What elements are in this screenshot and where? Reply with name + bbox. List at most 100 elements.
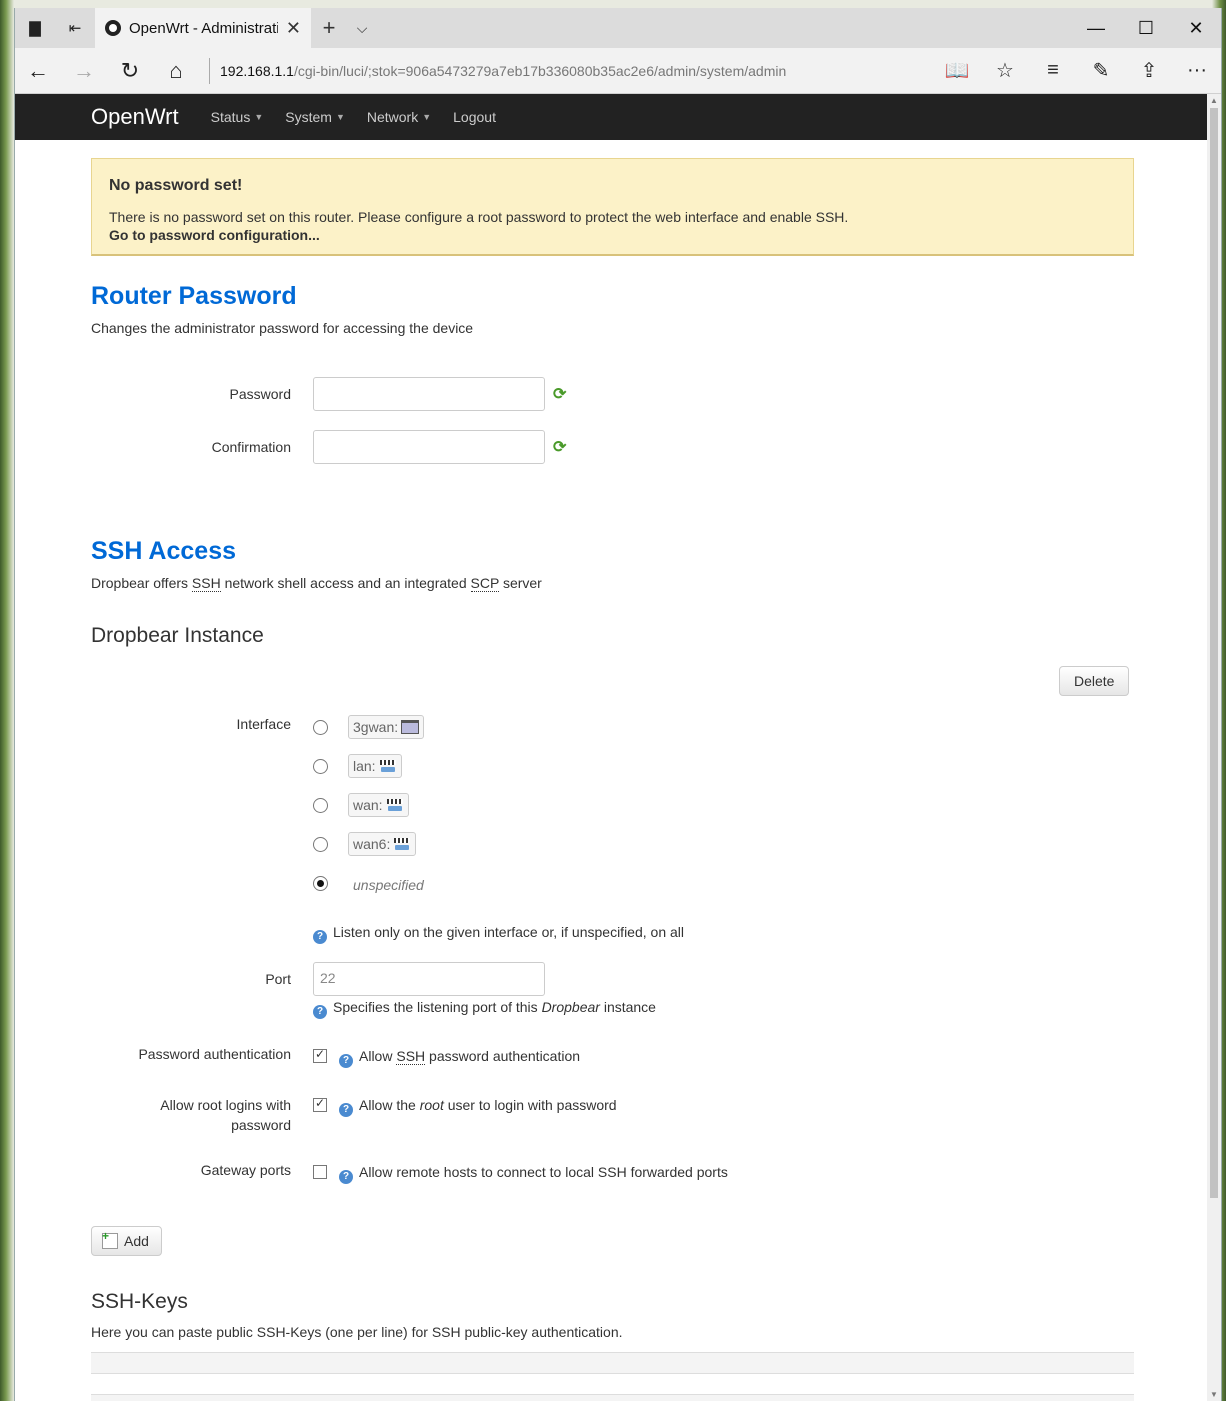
url-field[interactable]: 192.168.1.1/cgi-bin/luci/;stok=906a54732… xyxy=(220,63,933,79)
root-login-option: ? Allow the root user to login with passw… xyxy=(313,1096,617,1117)
gateway-ports-option: ? Allow remote hosts to connect to local … xyxy=(313,1164,728,1184)
refresh-icon[interactable]: ↻ xyxy=(107,48,153,94)
menu-system-label: System xyxy=(285,109,332,125)
add-instance-button[interactable]: Add xyxy=(91,1226,162,1256)
interface-badge-wan6: wan6: xyxy=(348,832,417,856)
scp-abbr: SCP xyxy=(470,575,500,592)
port-input[interactable]: 22 xyxy=(313,962,545,996)
openwrt-navbar: OpenWrt Status ▼ System ▼ Network ▼ Logout xyxy=(15,94,1221,140)
alert-title: No password set! xyxy=(109,177,243,194)
back-arrow-icon[interactable]: ← xyxy=(15,48,61,94)
forward-arrow-icon[interactable]: → xyxy=(61,48,107,94)
reading-view-icon[interactable]: 📖 xyxy=(933,58,981,83)
interface-radio-lan[interactable] xyxy=(313,759,328,774)
favorite-star-icon[interactable]: ☆ xyxy=(981,58,1029,83)
add-icon xyxy=(102,1229,118,1249)
password-label: Password xyxy=(229,386,291,402)
label-line: Allow root logins with xyxy=(160,1097,291,1113)
hint-text: instance xyxy=(599,999,656,1015)
ssh-keys-title: SSH-Keys xyxy=(91,1290,188,1313)
help-icon: ? xyxy=(313,929,327,944)
page-scrollbar[interactable]: ▲ ▼ xyxy=(1207,94,1221,1401)
close-window-icon[interactable]: ✕ xyxy=(1171,8,1221,48)
port-hint: ? Specifies the listening port of this Dr… xyxy=(313,999,656,1019)
root-login-checkbox[interactable] xyxy=(313,1096,327,1112)
port-label: Port xyxy=(265,971,291,987)
scroll-up-icon[interactable]: ▲ xyxy=(1210,96,1218,105)
table-row xyxy=(91,1373,1134,1394)
hint-text: Specifies the listening port of this xyxy=(333,999,542,1015)
label-line: password xyxy=(231,1117,291,1133)
interface-badge-3gwan: 3gwan: xyxy=(348,715,425,739)
web-note-icon[interactable]: ✎ xyxy=(1077,58,1125,83)
menu-status[interactable]: Status ▼ xyxy=(211,109,264,125)
hint-emphasis: root xyxy=(419,1097,444,1113)
interface-name: wan6: xyxy=(353,836,391,852)
hint-text: Allow xyxy=(359,1048,397,1064)
dropbear-instance-title: Dropbear Instance xyxy=(91,624,264,647)
hint-text: password authentication xyxy=(425,1048,581,1064)
hint-emphasis: Dropbear xyxy=(541,999,600,1015)
interface-radio-wan6[interactable] xyxy=(313,837,328,852)
password-config-link[interactable]: Go to password configuration... xyxy=(109,227,320,243)
caret-down-icon: ▼ xyxy=(254,112,264,122)
ethernet-switch-icon xyxy=(393,837,411,851)
ssh-keys-table[interactable] xyxy=(91,1352,1134,1401)
hint-text: Allow remote hosts to connect to local S… xyxy=(359,1164,728,1180)
reveal-confirmation-icon[interactable]: ⟳ xyxy=(553,437,566,457)
router-password-description: Changes the administrator password for a… xyxy=(91,320,474,336)
add-label: Add xyxy=(124,1233,149,1249)
ssh-keys-description: Here you can paste public SSH-Keys (one … xyxy=(91,1324,623,1340)
interface-label: Interface xyxy=(236,716,291,732)
share-icon[interactable]: ⇪ xyxy=(1125,58,1173,83)
menu-network[interactable]: Network ▼ xyxy=(367,109,431,125)
password-auth-label: Password authentication xyxy=(138,1046,291,1062)
new-tab-icon[interactable]: + xyxy=(311,15,347,41)
interface-name: 3gwan: xyxy=(353,719,399,735)
maximize-icon[interactable]: ☐ xyxy=(1121,8,1171,48)
minimize-icon[interactable]: — xyxy=(1071,8,1121,48)
interface-badge-wan: wan: xyxy=(348,793,409,817)
menu-network-label: Network xyxy=(366,109,419,125)
help-icon: ? xyxy=(339,1053,353,1068)
interface-radio-wan[interactable] xyxy=(313,798,328,813)
ssh-access-description: Dropbear offers SSH network shell access… xyxy=(91,575,542,592)
browser-tab[interactable]: OpenWrt - Administrati ✕ xyxy=(95,8,311,48)
unspecified-label: unspecified xyxy=(353,877,424,893)
tab-title: OpenWrt - Administrati xyxy=(129,19,278,37)
hint-text: Allow the xyxy=(359,1097,420,1113)
brand-logo[interactable]: OpenWrt xyxy=(91,104,179,130)
scroll-down-icon[interactable]: ▼ xyxy=(1210,1390,1218,1399)
interface-name: wan: xyxy=(353,797,383,813)
tab-manager-icon[interactable]: ▇ xyxy=(15,8,55,48)
url-path: /cgi-bin/luci/;stok=906a5473279a7eb17b33… xyxy=(293,62,787,79)
home-icon[interactable]: ⌂ xyxy=(153,48,199,94)
menu-system[interactable]: System ▼ xyxy=(285,109,345,125)
scroll-thumb[interactable] xyxy=(1210,108,1218,1198)
close-tab-icon[interactable]: ✕ xyxy=(286,18,301,39)
menu-status-label: Status xyxy=(210,109,251,125)
ssh-abbr: SSH xyxy=(191,575,221,592)
hub-icon[interactable]: ≡ xyxy=(1029,59,1077,82)
reveal-password-icon[interactable]: ⟳ xyxy=(553,384,566,404)
caret-down-icon: ▼ xyxy=(335,112,345,122)
confirmation-input[interactable] xyxy=(313,430,545,464)
no-password-alert: No password set! There is no password se… xyxy=(91,158,1134,256)
interface-radio-3gwan[interactable] xyxy=(313,720,328,735)
desc-text: Dropbear offers xyxy=(91,575,192,591)
favicon-icon xyxy=(105,20,121,36)
password-input[interactable] xyxy=(313,377,545,411)
tab-bar: ▇ ⇤ OpenWrt - Administrati ✕ + ⌵ — ☐ ✕ xyxy=(15,8,1221,48)
help-icon: ? xyxy=(313,1004,327,1019)
more-icon[interactable]: ··· xyxy=(1173,59,1221,82)
interface-hint: ? Listen only on the given interface or, … xyxy=(313,924,684,944)
gateway-ports-checkbox[interactable] xyxy=(313,1165,327,1179)
set-aside-tabs-icon[interactable]: ⇤ xyxy=(55,8,95,48)
router-password-title: Router Password xyxy=(91,282,297,310)
tab-list-chevron-icon[interactable]: ⌵ xyxy=(347,20,377,37)
menu-logout[interactable]: Logout xyxy=(453,109,496,125)
delete-button[interactable]: Delete xyxy=(1059,666,1130,696)
password-auth-option: ? Allow SSH password authentication xyxy=(313,1047,581,1068)
interface-radio-unspecified[interactable] xyxy=(313,876,328,891)
password-auth-checkbox[interactable] xyxy=(313,1047,327,1063)
